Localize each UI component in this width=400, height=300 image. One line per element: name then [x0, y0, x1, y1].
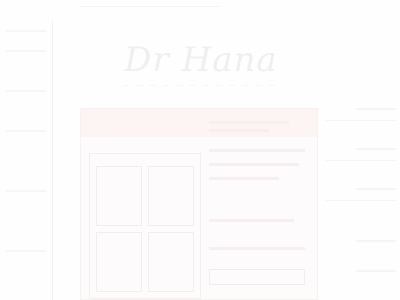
- sidebar-line: [356, 188, 396, 190]
- product-details: [209, 119, 309, 295]
- sidebar-line: [356, 148, 396, 150]
- brand-logo[interactable]: Dr Hana: [96, 40, 306, 80]
- detail-line: [209, 177, 279, 180]
- detail-line: [209, 247, 305, 250]
- product-thumbnail: [96, 232, 142, 292]
- product-thumbnail: [148, 232, 194, 292]
- sidebar-divider: [326, 120, 396, 121]
- top-navigation-bar: [80, 0, 220, 7]
- product-image[interactable]: [89, 153, 201, 299]
- sidebar-line: [6, 190, 46, 192]
- detail-line: [209, 121, 289, 124]
- product-panel: [80, 108, 318, 300]
- sidebar-line: [356, 240, 396, 242]
- product-thumbnail: [96, 166, 142, 226]
- sidebar-line: [6, 130, 46, 132]
- detail-line: [209, 129, 269, 132]
- left-sidebar: [0, 20, 53, 300]
- sidebar-line: [6, 50, 46, 52]
- sidebar-divider: [326, 200, 396, 201]
- right-sidebar: [326, 100, 400, 300]
- detail-line: [209, 219, 294, 222]
- sidebar-line: [6, 90, 46, 92]
- detail-line: [209, 163, 299, 166]
- add-to-cart-button[interactable]: [209, 269, 305, 285]
- brand-tagline: — — — — — — — — — — — —: [122, 81, 278, 89]
- sidebar-divider: [326, 160, 396, 161]
- sidebar-line: [6, 30, 46, 32]
- product-thumbnail: [148, 166, 194, 226]
- sidebar-line: [6, 250, 46, 252]
- sidebar-line: [356, 270, 396, 272]
- sidebar-line: [356, 108, 396, 110]
- detail-line: [209, 149, 305, 152]
